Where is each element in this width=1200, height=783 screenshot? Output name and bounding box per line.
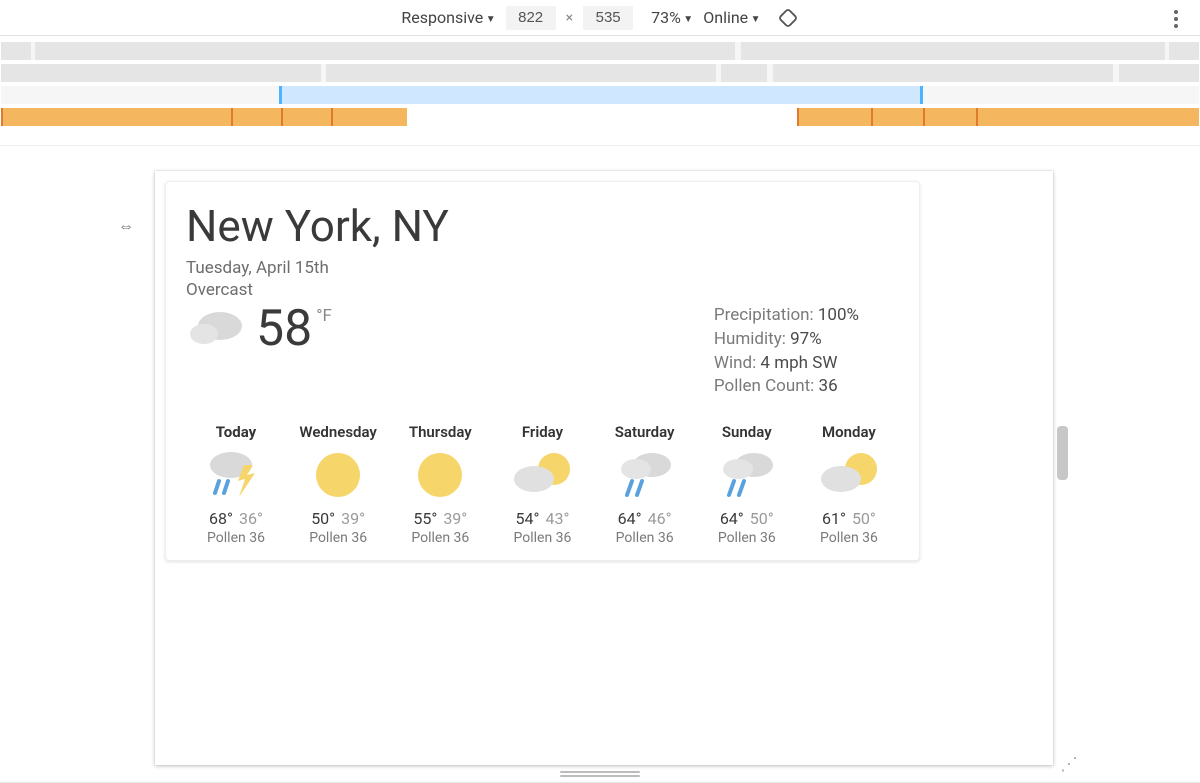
wind-label: Wind: <box>714 353 756 373</box>
device-mode-select[interactable]: Responsive <box>401 8 495 27</box>
forecast-day: Friday 54° 43° Pollen 36 <box>492 423 592 546</box>
pollen-line: Pollen 36 <box>799 530 899 546</box>
temp-high: 64° <box>618 509 642 528</box>
day-name: Sunday <box>697 423 797 441</box>
forecast-day: Saturday 64° 46° Pollen 36 <box>595 423 695 546</box>
temp-low: 36° <box>239 509 263 528</box>
temp-high: 54° <box>516 509 540 528</box>
device-canvas: ⇔ New York, NY Tuesday, April 15th Overc… <box>0 146 1200 783</box>
date-line: Tuesday, April 15th <box>186 258 899 278</box>
temp-high: 61° <box>822 509 846 528</box>
pollen-value: 36 <box>819 376 838 396</box>
precip-label: Precipitation: <box>714 305 814 325</box>
temp-unit: °F <box>316 306 332 326</box>
pollen-line: Pollen 36 <box>390 530 490 546</box>
breakpoint-band[interactable] <box>1 108 1199 126</box>
rotate-device-icon[interactable] <box>777 7 799 29</box>
ruler-strip-second <box>1 64 1199 82</box>
forecast-icon <box>492 447 592 503</box>
day-name: Monday <box>799 423 899 441</box>
pollen-line: Pollen 36 <box>595 530 695 546</box>
resize-handle-left-icon[interactable]: ⇔ <box>118 216 134 236</box>
temp-low: 46° <box>648 509 672 528</box>
temp-low: 50° <box>750 509 774 528</box>
temp-low: 43° <box>545 509 569 528</box>
resize-handle-corner-icon[interactable]: ⋰ <box>1060 754 1078 775</box>
day-name: Wednesday <box>288 423 388 441</box>
temp-low: 39° <box>443 509 467 528</box>
viewport-range-band[interactable] <box>1 86 1199 104</box>
temp-high: 55° <box>413 509 437 528</box>
day-name: Friday <box>492 423 592 441</box>
temp-low: 39° <box>341 509 365 528</box>
forecast-day: Wednesday 50° 39° Pollen 36 <box>288 423 388 546</box>
throttle-select[interactable]: Online <box>703 8 760 27</box>
forecast-icon <box>186 447 286 503</box>
current-temp: 58 <box>256 300 312 358</box>
vertical-scrollbar[interactable] <box>1057 426 1066 480</box>
precip-value: 100% <box>818 305 859 325</box>
pollen-label: Pollen Count: <box>714 376 814 396</box>
temp-low: 50° <box>852 509 876 528</box>
pollen-line: Pollen 36 <box>186 530 286 546</box>
device-toolbar: Responsive × 73% Online <box>0 0 1200 36</box>
viewport-height-input[interactable] <box>583 6 633 30</box>
media-query-ruler <box>0 36 1200 146</box>
forecast-day: Sunday 64° 50° Pollen 36 <box>697 423 797 546</box>
forecast-icon <box>799 447 899 503</box>
forecast-icon <box>390 447 490 503</box>
device-frame: New York, NY Tuesday, April 15th Overcas… <box>155 171 1053 765</box>
forecast-icon <box>288 447 388 503</box>
weather-card: New York, NY Tuesday, April 15th Overcas… <box>165 181 920 561</box>
resize-handle-bottom-icon[interactable] <box>560 771 640 777</box>
humidity-value: 97% <box>790 329 822 349</box>
day-name: Thursday <box>390 423 490 441</box>
ruler-strip-top <box>1 42 1199 60</box>
pollen-line: Pollen 36 <box>697 530 797 546</box>
viewport-width-input[interactable] <box>506 6 556 30</box>
forecast-icon <box>697 447 797 503</box>
humidity-label: Humidity: <box>714 329 786 349</box>
more-options-icon[interactable] <box>1170 6 1182 32</box>
location-title: New York, NY <box>186 200 899 252</box>
temp-high: 64° <box>720 509 744 528</box>
pollen-line: Pollen 36 <box>288 530 388 546</box>
zoom-select[interactable]: 73% <box>651 8 693 27</box>
forecast-day: Thursday 55° 39° Pollen 36 <box>390 423 490 546</box>
day-name: Saturday <box>595 423 695 441</box>
condition-line: Overcast <box>186 280 899 300</box>
forecast-row: Today 68° 36° Pollen 36 Wednesday 50° 39° Polle… <box>186 423 899 546</box>
current-condition-icon <box>186 304 256 352</box>
forecast-day: Monday 61° 50° Pollen 36 <box>799 423 899 546</box>
temp-high: 50° <box>311 509 335 528</box>
dimension-separator: × <box>566 10 573 26</box>
forecast-day: Today 68° 36° Pollen 36 <box>186 423 286 546</box>
wind-value: 4 mph SW <box>760 353 837 373</box>
temp-high: 68° <box>209 509 233 528</box>
current-stats: Precipitation: 100% Humidity: 97% Wind: … <box>714 304 859 399</box>
day-name: Today <box>186 423 286 441</box>
pollen-line: Pollen 36 <box>492 530 592 546</box>
forecast-icon <box>595 447 695 503</box>
